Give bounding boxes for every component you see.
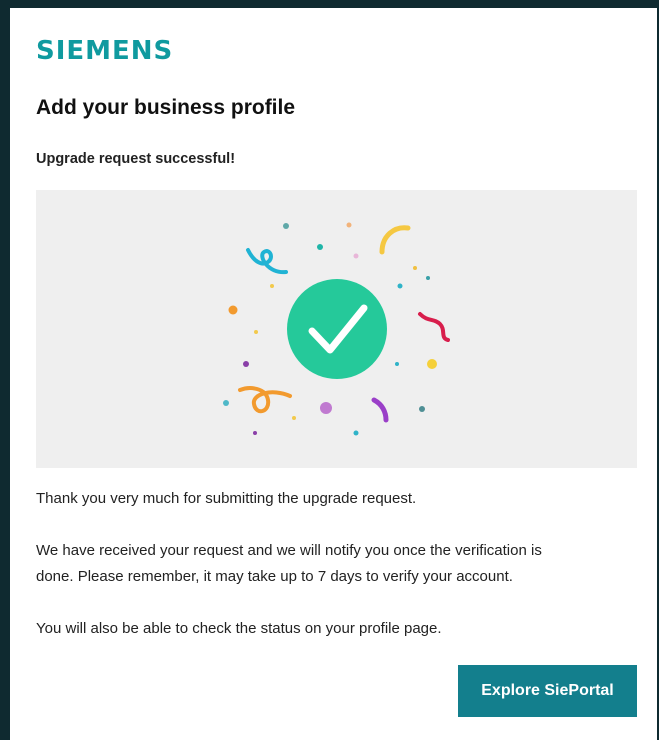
- confetti-squiggle-blue: [246, 248, 288, 275]
- dialog-panel: SIEMENS Add your business profile Upgrad…: [10, 8, 657, 740]
- confetti-arc-purple: [371, 397, 389, 423]
- success-illustration: [36, 190, 637, 468]
- siemens-logo: SIEMENS: [36, 36, 174, 66]
- confetti-dot: [353, 430, 359, 436]
- status-message: Upgrade request successful!: [36, 151, 236, 167]
- checkmark-circle-icon: [287, 279, 387, 379]
- confetti-dot: [395, 362, 399, 366]
- confetti-dot: [270, 284, 274, 288]
- confetti-dot: [427, 359, 437, 369]
- confetti-arc-yellow: [379, 225, 411, 255]
- confetti-dot: [243, 361, 249, 367]
- confetti-dot: [346, 222, 352, 228]
- confetti-dot: [283, 223, 289, 229]
- confetti-dot: [292, 416, 296, 420]
- verification-notice-line2: done. Please remember, it may take up to…: [36, 568, 513, 585]
- verification-notice-line1: We have received your request and we wil…: [36, 542, 542, 559]
- page-title: Add your business profile: [36, 96, 296, 119]
- confetti-dot: [228, 305, 238, 315]
- confetti-dot: [320, 402, 332, 414]
- verification-notice: We have received your request and we wil…: [36, 538, 636, 590]
- confetti-dot: [397, 283, 403, 289]
- confetti-dot: [254, 330, 258, 334]
- confetti-dot: [419, 406, 425, 412]
- explore-sieportal-button[interactable]: Explore SiePortal: [458, 665, 637, 717]
- confetti-graphic: [223, 222, 450, 436]
- confetti-dot: [253, 431, 257, 435]
- confetti-dot: [223, 400, 229, 406]
- confetti-squiggle-red: [418, 312, 450, 342]
- confetti-dot: [353, 253, 359, 259]
- confetti-dot: [426, 276, 430, 280]
- confetti-dot: [317, 244, 323, 250]
- confetti-squiggle-orange: [238, 386, 292, 414]
- profile-status-text: You will also be able to check the statu…: [36, 620, 442, 637]
- confetti-dot: [413, 266, 417, 270]
- thank-you-text: Thank you very much for submitting the u…: [36, 490, 417, 507]
